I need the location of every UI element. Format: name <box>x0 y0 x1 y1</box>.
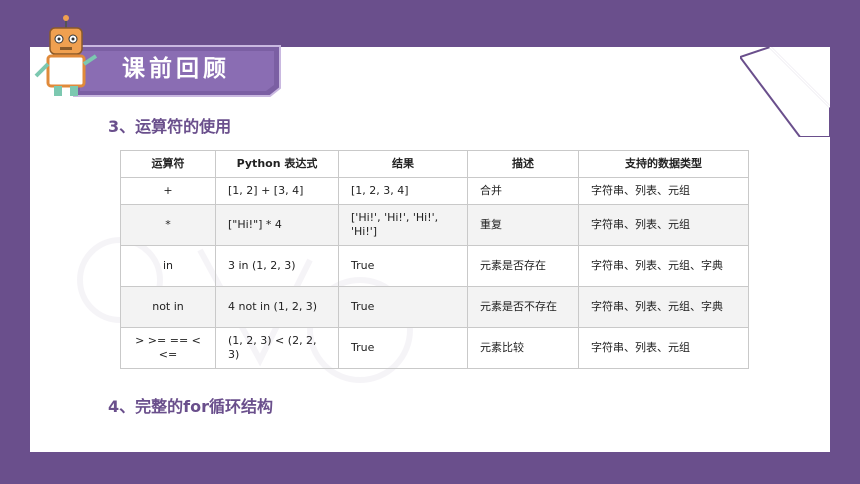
cell-description: 元素是否存在 <box>467 245 579 287</box>
cell-data-types: 字符串、列表、元组 <box>578 177 749 205</box>
cell-operator: in <box>120 245 216 287</box>
table-row: + [1, 2] + [3, 4] [1, 2, 3, 4] 合并 字符串、列表… <box>120 177 749 205</box>
cell-result: [1, 2, 3, 4] <box>338 177 468 205</box>
cell-expression: 4 not in (1, 2, 3) <box>215 286 339 328</box>
table-row: not in 4 not in (1, 2, 3) True 元素是否不存在 字… <box>120 286 749 328</box>
header-result: 结果 <box>338 150 468 178</box>
cell-data-types: 字符串、列表、元组 <box>578 204 749 246</box>
cell-description: 元素是否不存在 <box>467 286 579 328</box>
cell-operator: + <box>120 177 216 205</box>
header-data-types: 支持的数据类型 <box>578 150 749 178</box>
header-operator: 运算符 <box>120 150 216 178</box>
cell-data-types: 字符串、列表、元组 <box>578 327 749 369</box>
table-row: > >= == < <= (1, 2, 3) < (2, 2, 3) True … <box>120 327 749 369</box>
section-4-heading: 4、完整的for循环结构 <box>108 397 273 416</box>
cell-result: True <box>338 327 468 369</box>
cell-data-types: 字符串、列表、元组、字典 <box>578 245 749 287</box>
robot-mascot-icon <box>34 15 98 96</box>
banner-title: 课前回顾 <box>122 56 230 82</box>
section-3-heading: 3、运算符的使用 <box>108 117 232 136</box>
table-row: * ["Hi!"] * 4 ['Hi!', 'Hi!', 'Hi!', 'Hi!… <box>120 204 749 246</box>
operator-table: 运算符 Python 表达式 结果 描述 支持的数据类型 + [1, 2] + … <box>120 150 749 369</box>
cell-description: 合并 <box>467 177 579 205</box>
header-expression: Python 表达式 <box>215 150 339 178</box>
cell-result: ['Hi!', 'Hi!', 'Hi!', 'Hi!'] <box>338 204 468 246</box>
table-row: in 3 in (1, 2, 3) True 元素是否存在 字符串、列表、元组、… <box>120 245 749 287</box>
cell-expression: (1, 2, 3) < (2, 2, 3) <box>215 327 339 369</box>
page-corner-decoration <box>740 47 830 137</box>
cell-expression: 3 in (1, 2, 3) <box>215 245 339 287</box>
cell-data-types: 字符串、列表、元组、字典 <box>578 286 749 328</box>
cell-description: 重复 <box>467 204 579 246</box>
cell-operator: not in <box>120 286 216 328</box>
cell-expression: ["Hi!"] * 4 <box>215 204 339 246</box>
cell-result: True <box>338 286 468 328</box>
cell-description: 元素比较 <box>467 327 579 369</box>
cell-operator: * <box>120 204 216 246</box>
header-description: 描述 <box>467 150 579 178</box>
cell-expression: [1, 2] + [3, 4] <box>215 177 339 205</box>
cell-operator: > >= == < <= <box>120 327 216 369</box>
cell-result: True <box>338 245 468 287</box>
table-header-row: 运算符 Python 表达式 结果 描述 支持的数据类型 <box>120 150 749 178</box>
